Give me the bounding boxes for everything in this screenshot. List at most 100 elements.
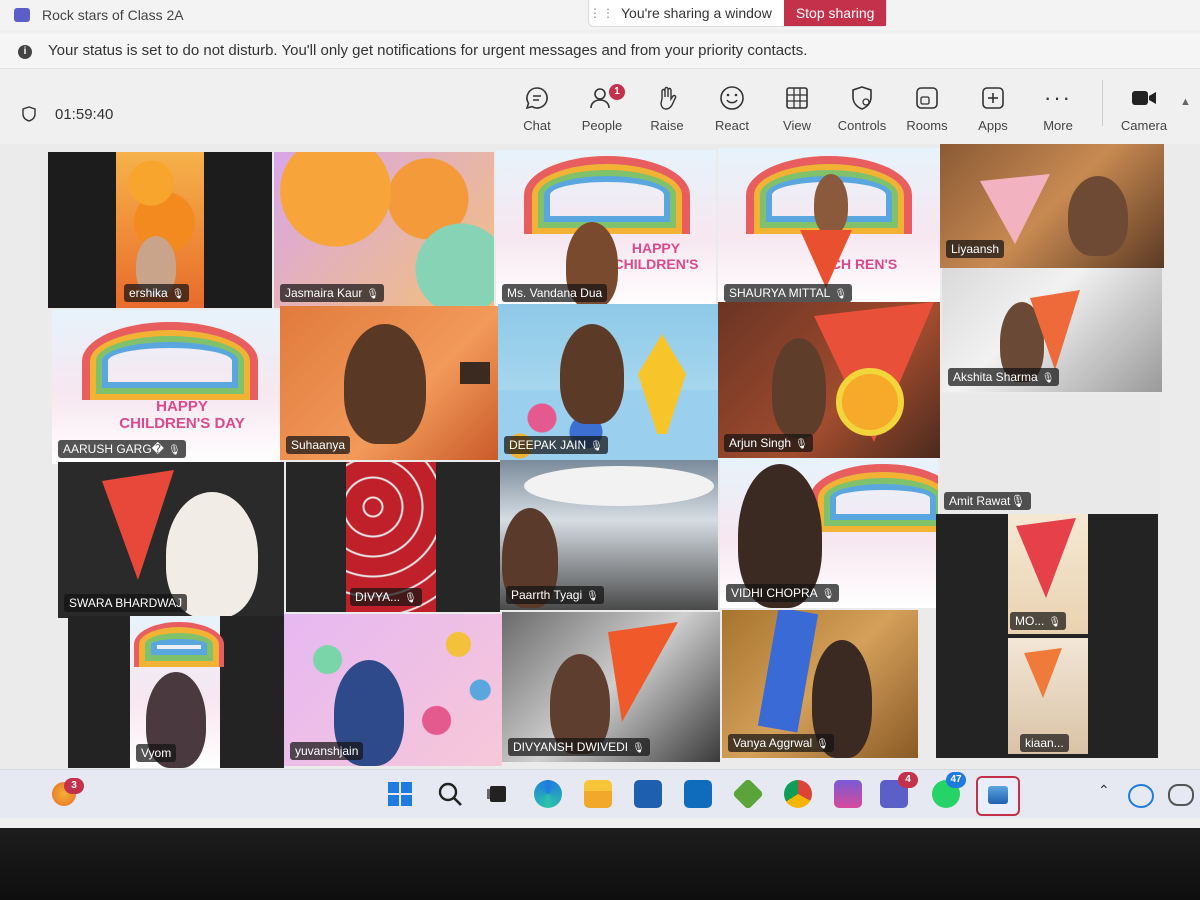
participant-tile[interactable]: MO... 🎙 kiaan... bbox=[936, 514, 1158, 758]
teams-badge: 4 bbox=[898, 772, 918, 788]
whatsapp-badge: 47 bbox=[946, 772, 966, 788]
participant-tile[interactable]: DIVYA... 🎙 bbox=[286, 462, 500, 612]
participant-name: Liyaansh bbox=[946, 240, 1005, 258]
task-view-icon[interactable] bbox=[484, 780, 512, 808]
meeting-timer: 01:59:40 bbox=[55, 106, 114, 123]
participant-name: DIVYA... 🎙 bbox=[350, 588, 422, 606]
participant-name: Jasmaira Kaur 🎙 bbox=[280, 284, 385, 302]
background-text: HAPPY CHILDREN'S DAY bbox=[119, 398, 245, 432]
video-grid: ershika 🎙 Jasmaira Kaur 🎙 HAPPY CHILDREN'S… bbox=[0, 144, 1200, 769]
camera-button[interactable]: Camera bbox=[1113, 84, 1175, 133]
participant-avatar bbox=[344, 324, 426, 444]
rainbow-graphic bbox=[134, 622, 224, 667]
paper-fan-craft bbox=[102, 470, 174, 580]
chat-button[interactable]: Chat bbox=[506, 84, 568, 133]
participant-tile[interactable]: CH REN'S SHAURYA MITTAL 🎙 bbox=[718, 148, 940, 308]
mic-muted-icon: 🎙 bbox=[632, 743, 645, 754]
more-button[interactable]: ··· More bbox=[1027, 84, 1089, 133]
participant-tile[interactable]: Vyom bbox=[68, 616, 284, 768]
paper-craft bbox=[757, 610, 819, 733]
mic-muted-icon: 🎙 bbox=[366, 289, 380, 300]
participant-name: Amit Rawat🎙 bbox=[944, 492, 1031, 510]
participant-name: yuvanshjain bbox=[290, 742, 364, 760]
participant-tile[interactable]: DIVYANSH DWIVEDI 🎙 bbox=[502, 612, 720, 762]
apps-icon bbox=[962, 84, 1024, 112]
camera-options-chevron-icon[interactable]: ▲ bbox=[1180, 96, 1191, 108]
react-button[interactable]: React bbox=[701, 84, 763, 133]
participant-tile[interactable]: SWARA BHARDWAJ bbox=[58, 462, 284, 618]
whiteboard-icon[interactable] bbox=[634, 780, 662, 808]
mic-muted-icon: 🎙 bbox=[1041, 373, 1055, 384]
participant-name: DIVYANSH DWIVEDI 🎙 bbox=[508, 738, 650, 756]
edge-browser-icon[interactable] bbox=[534, 780, 562, 808]
chat-icon bbox=[506, 84, 568, 112]
participant-avatar bbox=[1068, 176, 1128, 256]
windows-start-icon[interactable] bbox=[386, 780, 414, 808]
info-icon: i bbox=[18, 45, 32, 59]
apps-label: Apps bbox=[978, 118, 1008, 133]
participant-tile[interactable]: Akshita Sharma 🎙 bbox=[942, 268, 1162, 392]
drag-handle-icon[interactable]: ⋮⋮ bbox=[589, 6, 615, 20]
mic-muted-icon: 🎙 bbox=[1048, 617, 1062, 628]
mic-muted-icon: 🎙 bbox=[590, 441, 603, 452]
shield-icon bbox=[22, 106, 36, 122]
participant-name: SHAURYA MITTAL 🎙 bbox=[724, 284, 853, 302]
participant-tile[interactable]: ershika 🎙 bbox=[48, 152, 272, 308]
participant-name: DEEPAK JAIN 🎙 bbox=[504, 436, 608, 454]
participant-tile[interactable]: Arjun Singh 🎙 bbox=[718, 302, 940, 458]
participant-avatar bbox=[560, 324, 624, 424]
outlook-icon[interactable] bbox=[684, 780, 712, 808]
participant-tile[interactable]: Liyaansh bbox=[940, 144, 1164, 268]
camera-label: Camera bbox=[1120, 118, 1168, 133]
search-icon[interactable] bbox=[436, 780, 464, 808]
app-cube-icon[interactable] bbox=[732, 778, 764, 810]
raise-hand-button[interactable]: Raise bbox=[636, 84, 698, 133]
sharing-indicator: ⋮⋮ You're sharing a window Stop sharing bbox=[588, 0, 888, 27]
apps-button[interactable]: Apps bbox=[962, 84, 1024, 133]
rooms-button[interactable]: Rooms bbox=[896, 84, 958, 133]
participant-tile[interactable]: Amit Rawat🎙 bbox=[940, 394, 1160, 514]
rooms-label: Rooms bbox=[906, 118, 948, 133]
photos-app-icon[interactable] bbox=[976, 776, 1020, 816]
paper-fan-craft bbox=[608, 622, 678, 722]
people-button[interactable]: 1 People bbox=[571, 84, 633, 133]
participant-name: MO... 🎙 bbox=[1010, 612, 1067, 630]
mic-muted-icon: 🎙 bbox=[795, 439, 808, 450]
view-label: View bbox=[783, 118, 811, 133]
system-tray-chevron-icon[interactable]: ⌃ bbox=[1098, 782, 1110, 799]
participant-tile[interactable]: VIDHI CHOPRA 🎙 bbox=[720, 458, 938, 608]
mic-muted-icon: 🎙 bbox=[834, 289, 848, 300]
more-label: More bbox=[1043, 118, 1073, 133]
participant-tile[interactable]: Paarrth Tyagi 🎙 bbox=[500, 460, 718, 610]
raise-label: Raise bbox=[650, 118, 684, 133]
view-icon bbox=[766, 84, 828, 112]
wall-frame bbox=[460, 362, 490, 384]
participant-name: SWARA BHARDWAJ bbox=[64, 594, 188, 612]
participant-tile[interactable]: HAPPY CHILDREN'S Ms. Vandana Dua bbox=[496, 150, 716, 308]
participant-tile[interactable]: Suhaanya bbox=[280, 306, 498, 460]
participant-tile[interactable]: Jasmaira Kaur 🎙 bbox=[274, 152, 494, 308]
participant-name: Suhaanya bbox=[286, 436, 351, 454]
mic-muted-icon: 🎙 bbox=[404, 593, 417, 604]
participant-name: VIDHI CHOPRA 🎙 bbox=[726, 584, 840, 602]
banner-text: Your status is set to do not disturb. Yo… bbox=[48, 42, 808, 59]
participant-tile[interactable]: DEEPAK JAIN 🎙 bbox=[498, 304, 718, 460]
chrome-icon[interactable] bbox=[784, 780, 812, 808]
monitor-bezel bbox=[0, 828, 1200, 900]
participant-tile[interactable]: yuvanshjain bbox=[284, 614, 502, 766]
meeting-title: Rock stars of Class 2A bbox=[42, 7, 184, 23]
title-bar: Rock stars of Class 2A ⋮⋮ You're sharing… bbox=[0, 0, 1200, 30]
mic-muted-icon: 🎙 bbox=[168, 445, 181, 456]
participant-tile[interactable]: HAPPY CHILDREN'S DAY AARUSH GARG� 🎙 bbox=[52, 310, 280, 464]
view-button[interactable]: View bbox=[766, 84, 828, 133]
file-explorer-icon[interactable] bbox=[584, 780, 612, 808]
screen: Rock stars of Class 2A ⋮⋮ You're sharing… bbox=[0, 0, 1200, 828]
participant-tile[interactable]: Vanya Aggrwal 🎙 bbox=[722, 610, 918, 758]
copilot-icon[interactable] bbox=[1128, 784, 1154, 808]
participant-name: Vyom bbox=[136, 744, 177, 762]
onedrive-cloud-icon[interactable] bbox=[1168, 784, 1194, 806]
widget-badge: 3 bbox=[64, 778, 84, 794]
stop-sharing-button[interactable]: Stop sharing bbox=[783, 0, 887, 26]
app-stack-icon[interactable] bbox=[834, 780, 862, 808]
controls-button[interactable]: Controls bbox=[831, 84, 893, 133]
